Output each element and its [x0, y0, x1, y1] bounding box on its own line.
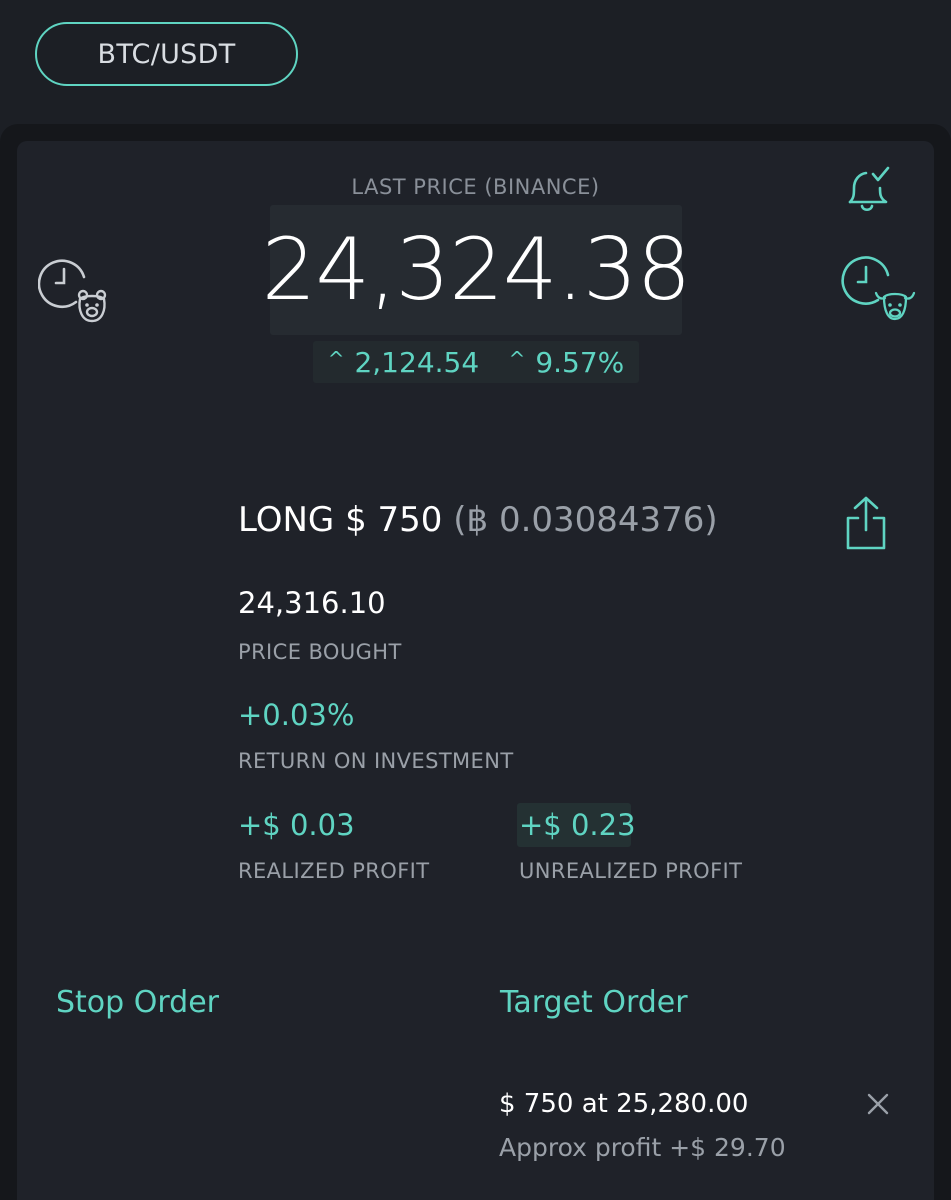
price-change-percent-value: 9.57% [535, 345, 625, 379]
target-order-heading[interactable]: Target Order [500, 985, 688, 1020]
last-price-box: 24,324.38 [262, 205, 691, 335]
pair-selector-button[interactable]: BTC/USDT [35, 22, 298, 86]
trade-screen: BTC/USDT LAST PRICE (BINANCE) 24,324.38 … [0, 0, 951, 1200]
position-btc-amount: (฿ 0.03084376) [453, 500, 718, 540]
price-bought-label: PRICE BOUGHT [238, 640, 402, 664]
target-order-summary: $ 750 at 25,280.00 [499, 1089, 749, 1119]
unrealized-profit-label: UNREALIZED PROFIT [519, 859, 743, 883]
price-change-box: ^ 2,124.54 ^ 9.57% [313, 341, 639, 383]
clock-bear-icon[interactable] [37, 255, 112, 327]
realized-profit-label: REALIZED PROFIT [238, 859, 430, 883]
roi-label: RETURN ON INVESTMENT [238, 749, 514, 773]
realized-profit-value: +$ 0.03 [238, 808, 355, 842]
position-side-amount: LONG $ 750 [238, 500, 443, 540]
share-icon[interactable] [843, 494, 889, 552]
close-icon[interactable] [862, 1088, 894, 1120]
stop-order-heading[interactable]: Stop Order [56, 985, 219, 1020]
position-summary: LONG $ 750 (฿ 0.03084376) [238, 500, 718, 540]
unrealized-profit-value: +$ 0.23 [519, 808, 636, 842]
price-bought-value: 24,316.10 [238, 586, 386, 620]
target-order-approx-profit: Approx profit +$ 29.70 [499, 1133, 786, 1162]
price-change-absolute-value: 2,124.54 [354, 345, 480, 379]
clock-bull-icon[interactable] [838, 255, 918, 325]
last-price-label: LAST PRICE (BINANCE) [351, 175, 600, 199]
price-change-percent: ^ 9.57% [509, 346, 625, 379]
roi-value: +0.03% [238, 698, 355, 732]
caret-up-icon: ^ [508, 347, 526, 371]
caret-up-icon: ^ [327, 347, 345, 371]
last-price-value: 24,324.38 [261, 220, 692, 320]
price-change-absolute: ^ 2,124.54 [328, 346, 479, 379]
